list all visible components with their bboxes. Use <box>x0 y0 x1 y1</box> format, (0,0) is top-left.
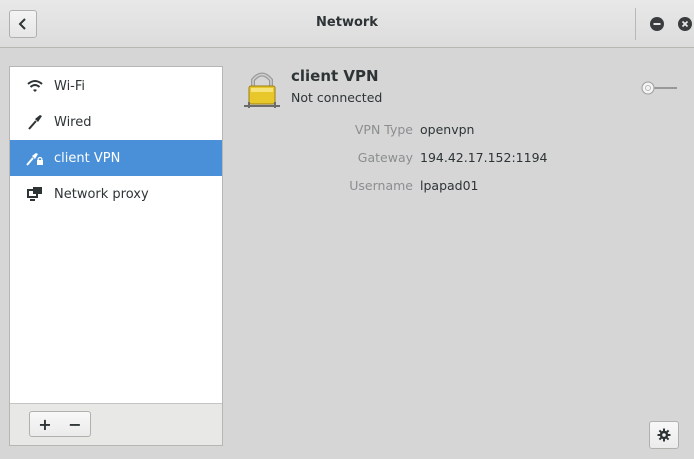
header-bar: Network <box>0 0 694 48</box>
header-separator <box>635 8 636 40</box>
vpn-lock-icon <box>26 149 44 167</box>
network-settings-window: Network Wi-Fi Wired client VPN Network p… <box>0 0 694 459</box>
close-button[interactable] <box>678 17 692 31</box>
vpn-toggle-switch[interactable] <box>639 80 679 96</box>
detail-label: Username <box>349 178 413 193</box>
add-remove-group: + − <box>29 411 91 437</box>
remove-connection-button[interactable]: − <box>60 412 90 436</box>
close-icon <box>681 20 689 28</box>
sidebar-item-wifi[interactable]: Wi-Fi <box>10 68 222 104</box>
wired-cable-icon <box>26 113 44 131</box>
vpn-padlock-icon <box>240 67 284 111</box>
gear-icon <box>657 428 671 442</box>
minimize-icon <box>653 23 661 25</box>
connection-status: Not connected <box>291 90 383 105</box>
detail-value: openvpn <box>420 122 475 137</box>
sidebar-item-label: Network proxy <box>54 186 149 202</box>
sidebar-toolbar: + − <box>10 403 222 445</box>
sidebar-item-wired[interactable]: Wired <box>10 104 222 140</box>
add-connection-button[interactable]: + <box>30 412 60 436</box>
connection-sidebar: Wi-Fi Wired client VPN Network proxy + − <box>9 66 223 446</box>
wifi-icon <box>26 77 44 95</box>
detail-row-vpn-type: VPN Type openvpn <box>240 122 660 142</box>
detail-value: lpapad01 <box>420 178 479 193</box>
detail-row-gateway: Gateway 194.42.17.152:1194 <box>240 150 660 170</box>
detail-label: VPN Type <box>354 122 413 137</box>
detail-row-username: Username lpapad01 <box>240 178 660 198</box>
connection-list: Wi-Fi Wired client VPN Network proxy <box>10 68 222 212</box>
sidebar-item-label: client VPN <box>54 150 121 166</box>
sidebar-item-label: Wired <box>54 114 92 130</box>
window-title: Network <box>316 15 378 30</box>
network-proxy-icon <box>26 185 44 203</box>
minimize-button[interactable] <box>650 17 664 31</box>
connection-settings-button[interactable] <box>649 421 679 449</box>
connection-name: client VPN <box>291 67 379 85</box>
detail-value: 194.42.17.152:1194 <box>420 150 548 165</box>
sidebar-item-client-vpn[interactable]: client VPN <box>10 140 222 176</box>
detail-label: Gateway <box>357 150 413 165</box>
sidebar-item-label: Wi-Fi <box>54 78 86 94</box>
sidebar-item-network-proxy[interactable]: Network proxy <box>10 176 222 212</box>
